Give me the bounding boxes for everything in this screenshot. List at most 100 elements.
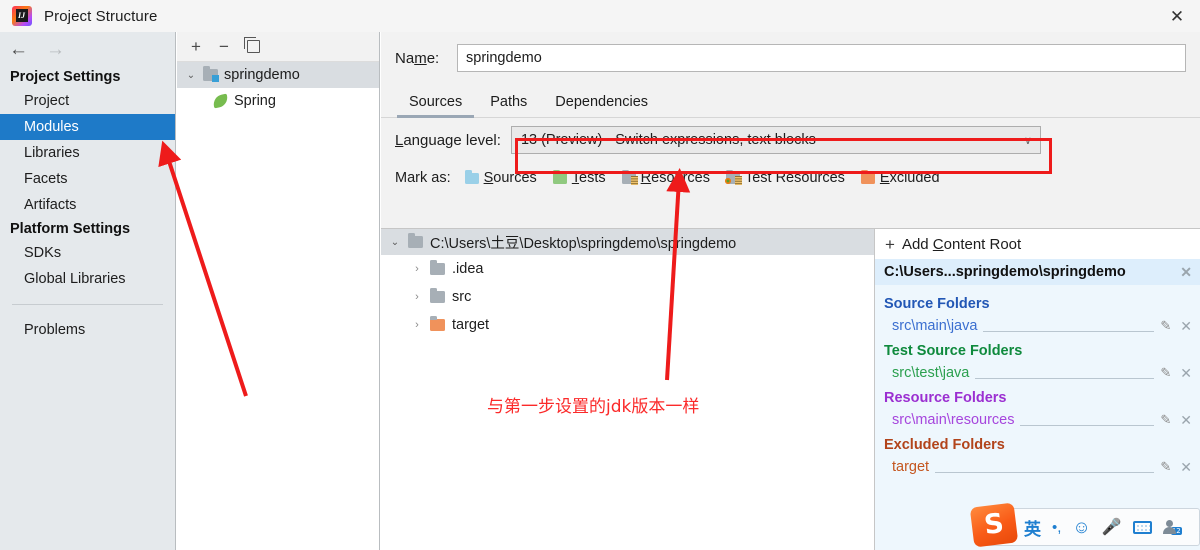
group-title-test-source-folders: Test Source Folders: [884, 343, 1023, 359]
remove-icon[interactable]: ✕: [1180, 459, 1192, 476]
tree-node-label: target: [452, 317, 490, 333]
module-detail-panel: Name: Sources Paths Dependencies Languag…: [381, 32, 1200, 550]
sidebar-item-problems[interactable]: Problems: [0, 317, 175, 343]
module-name-input[interactable]: [457, 44, 1186, 72]
folder-path: src\main\java: [892, 318, 978, 334]
module-name-row: Name:: [381, 32, 1200, 84]
content-root-header-label: C:\Users...springdemo\springdemo: [884, 264, 1126, 280]
edit-icon[interactable]: ✎: [1160, 318, 1171, 334]
ime-user-badge: 12: [1170, 527, 1182, 535]
group-title-resource-folders: Resource Folders: [884, 390, 1007, 406]
module-tree-row-springdemo[interactable]: ⌄ springdemo: [177, 62, 379, 88]
sidebar-group-project-settings: Project Settings: [10, 69, 121, 85]
test-resources-folder-icon: [724, 169, 742, 185]
chevron-down-icon[interactable]: ⌄: [389, 237, 401, 248]
edit-icon[interactable]: ✎: [1160, 365, 1171, 381]
mark-as-test-resources-button[interactable]: Test Resources: [724, 169, 845, 186]
remove-content-root-icon[interactable]: ✕: [1180, 264, 1192, 281]
mark-as-label: Mark as:: [395, 170, 451, 186]
folder-entry-source: src\main\java ✎ ✕: [875, 314, 1200, 338]
sidebar-item-sdks[interactable]: SDKs: [0, 240, 175, 266]
chevron-right-icon[interactable]: ›: [411, 263, 423, 275]
chevron-down-icon: ∨: [1023, 134, 1032, 147]
mark-as-resources-button[interactable]: Resources: [621, 169, 710, 186]
sources-folder-icon: [464, 169, 479, 184]
sidebar-nav: ← →: [0, 32, 175, 66]
tests-folder-icon: [552, 169, 567, 184]
mark-as-excluded-button[interactable]: Excluded: [860, 169, 940, 186]
ime-mode-icon[interactable]: 英: [1024, 515, 1041, 540]
excluded-folder-icon: [430, 316, 445, 331]
folder-entry-test-source: src\test\java ✎ ✕: [875, 361, 1200, 385]
mark-as-excluded-label: Excluded: [879, 170, 940, 186]
language-level-row: Language level: 13 (Preview) - Switch ex…: [381, 118, 1200, 162]
remove-module-button[interactable]: −: [219, 38, 229, 55]
sidebar-item-modules[interactable]: Modules: [0, 114, 175, 140]
edit-icon[interactable]: ✎: [1160, 459, 1171, 475]
divider: [1020, 415, 1155, 426]
sidebar-item-global-libraries[interactable]: Global Libraries: [0, 266, 175, 292]
ime-emoji-icon[interactable]: ☺: [1072, 517, 1090, 538]
module-label: springdemo: [224, 67, 300, 83]
folder-path: src\test\java: [892, 365, 970, 381]
sogou-logo-icon[interactable]: S: [969, 502, 1019, 548]
mark-as-tests-button[interactable]: Tests: [552, 169, 606, 186]
language-level-label: Language level:: [395, 131, 501, 149]
remove-icon[interactable]: ✕: [1180, 365, 1192, 382]
tree-row-target[interactable]: › target: [381, 311, 874, 339]
excluded-folder-icon: [860, 169, 875, 184]
edit-icon[interactable]: ✎: [1160, 412, 1171, 428]
chevron-down-icon[interactable]: ⌄: [185, 70, 197, 81]
remove-icon[interactable]: ✕: [1180, 318, 1192, 335]
remove-icon[interactable]: ✕: [1180, 412, 1192, 429]
title-bar: IJ Project Structure ✕: [0, 0, 1200, 32]
back-arrow-icon[interactable]: ←: [9, 40, 28, 59]
module-list-panel: + − ⌄ springdemo Spring: [177, 32, 380, 550]
sidebar-item-project[interactable]: Project: [0, 88, 175, 114]
folder-entry-excluded: target ✎ ✕: [875, 455, 1200, 479]
sidebar-item-artifacts[interactable]: Artifacts: [0, 192, 175, 218]
mark-as-test-resources-label: Test Resources: [744, 170, 845, 186]
chevron-right-icon[interactable]: ›: [411, 291, 423, 303]
folder-entry-resource: src\main\resources ✎ ✕: [875, 408, 1200, 432]
sogou-ime-toolbar: S 英 •, ☺ 🎤 12: [969, 502, 1200, 548]
copy-module-icon[interactable]: [243, 37, 260, 53]
chevron-right-icon[interactable]: ›: [411, 319, 423, 331]
module-tree-row-spring[interactable]: Spring: [177, 88, 379, 114]
forward-arrow-icon[interactable]: →: [46, 40, 65, 59]
mark-as-sources-button[interactable]: Sources: [464, 169, 537, 186]
tab-paths[interactable]: Paths: [476, 94, 541, 117]
group-title-source-folders: Source Folders: [884, 296, 990, 312]
language-level-dropdown[interactable]: 13 (Preview) - Switch expressions, text …: [510, 126, 1041, 154]
mark-as-tests-label: Tests: [571, 170, 606, 186]
settings-sidebar: ← → Project Settings Project Modules Lib…: [0, 32, 176, 550]
content-root-path: C:\Users\土豆\Desktop\springdemo\springdem…: [430, 235, 737, 252]
add-content-root-label: Add Content Root: [901, 235, 1022, 253]
tree-row-src[interactable]: › src: [381, 283, 874, 311]
tree-row-idea[interactable]: › .idea: [381, 255, 874, 283]
tab-dependencies[interactable]: Dependencies: [541, 94, 662, 117]
add-content-root-button[interactable]: + Add Content Root: [875, 229, 1200, 259]
folder-path: src\main\resources: [892, 412, 1015, 428]
content-root-tree: ⌄ C:\Users\土豆\Desktop\springdemo\springd…: [381, 228, 875, 550]
content-roots-panel: + Add Content Root C:\Users...springdemo…: [875, 228, 1200, 550]
tree-node-label: src: [452, 289, 472, 305]
mark-as-resources-label: Resources: [640, 170, 710, 186]
ime-mic-icon[interactable]: 🎤: [1102, 517, 1122, 537]
ime-punctuation-icon[interactable]: •,: [1052, 519, 1061, 536]
module-toolbar: + −: [177, 32, 379, 62]
ime-keyboard-icon[interactable]: [1132, 520, 1152, 534]
tree-row-content-root[interactable]: ⌄ C:\Users\土豆\Desktop\springdemo\springd…: [381, 229, 874, 255]
tab-sources[interactable]: Sources: [395, 94, 476, 118]
ime-user-icon[interactable]: 12: [1162, 520, 1182, 535]
add-module-button[interactable]: +: [191, 38, 201, 55]
sidebar-item-facets[interactable]: Facets: [0, 166, 175, 192]
module-tabs: Sources Paths Dependencies: [381, 84, 1200, 118]
intellij-idea-icon: IJ: [12, 6, 32, 26]
content-root-header[interactable]: C:\Users...springdemo\springdemo ✕: [875, 259, 1200, 285]
close-icon[interactable]: ✕: [1154, 0, 1200, 32]
sidebar-item-libraries[interactable]: Libraries: [0, 140, 175, 166]
folder-path: target: [892, 459, 930, 475]
plus-icon: +: [885, 234, 895, 254]
facet-label: Spring: [234, 93, 276, 109]
